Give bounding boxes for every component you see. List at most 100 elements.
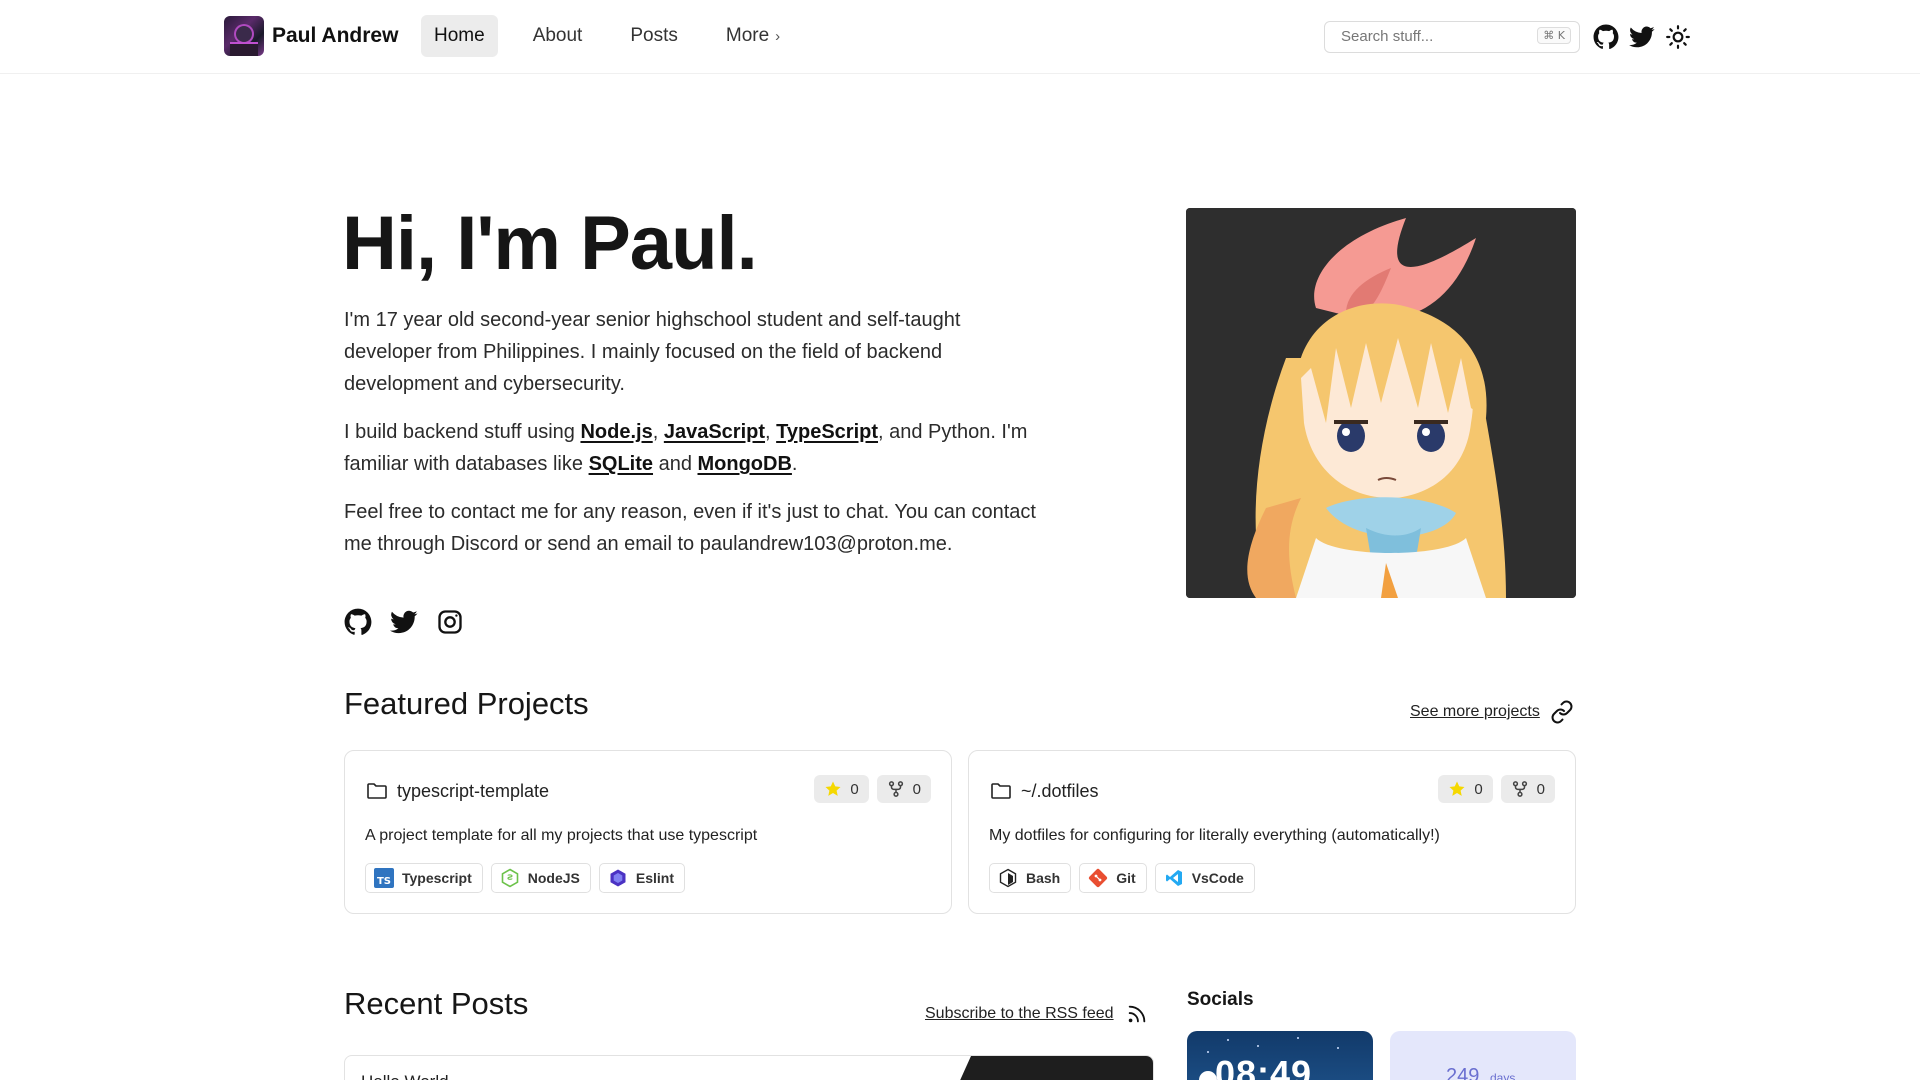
project-name: typescript-template bbox=[397, 780, 550, 801]
rss-label: Subscribe to the RSS feed bbox=[925, 1005, 1114, 1022]
brand-link[interactable]: Paul Andrew bbox=[224, 16, 398, 56]
hero-title: Hi, I'm Paul. bbox=[342, 201, 758, 286]
tag-label: NodeJS bbox=[527, 870, 580, 886]
post-title: Hello World bbox=[361, 1072, 449, 1080]
socials-title: Socials bbox=[1187, 989, 1254, 1010]
hero-stack-text: and bbox=[653, 453, 698, 475]
rss-subscribe-link[interactable]: Subscribe to the RSS feed bbox=[925, 1003, 1148, 1025]
git-icon bbox=[1089, 868, 1108, 888]
star-icon bbox=[1449, 781, 1465, 796]
link-javascript[interactable]: JavaScript bbox=[664, 421, 765, 443]
fork-icon bbox=[888, 781, 903, 797]
project-description: A project template for all my projects t… bbox=[365, 827, 758, 844]
search-input[interactable] bbox=[1341, 28, 1531, 45]
project-stats: 0 0 bbox=[1438, 775, 1555, 803]
stars-count: 0 bbox=[1474, 780, 1483, 798]
hero-social-links bbox=[344, 608, 464, 636]
star-dot bbox=[1337, 1047, 1339, 1049]
forks-count: 0 bbox=[1536, 780, 1545, 798]
nav-posts[interactable]: Posts bbox=[617, 15, 691, 57]
link-nodejs[interactable]: Node.js bbox=[580, 421, 652, 443]
clock-widget[interactable]: 08:49 bbox=[1187, 1031, 1373, 1080]
stars-badge: 0 bbox=[1438, 775, 1493, 803]
project-title[interactable]: typescript-template bbox=[365, 779, 549, 803]
nav-about-label: About bbox=[532, 25, 583, 46]
link-typescript[interactable]: TypeScript bbox=[776, 421, 878, 443]
folder-icon bbox=[367, 783, 387, 799]
fork-icon bbox=[1512, 781, 1527, 797]
sun-icon[interactable] bbox=[1665, 24, 1691, 50]
twitter-icon[interactable] bbox=[390, 608, 418, 636]
rss-icon bbox=[1128, 1005, 1145, 1023]
star-dot bbox=[1257, 1045, 1259, 1047]
featured-projects-title: Featured Projects bbox=[344, 686, 589, 721]
site-header: Paul Andrew Home About Posts More › ⌘ K bbox=[0, 0, 1920, 74]
tag-bash: Bash bbox=[989, 863, 1072, 893]
project-stats: 0 0 bbox=[814, 775, 931, 803]
instagram-icon[interactable] bbox=[436, 608, 464, 636]
main-nav: Home About Posts More › bbox=[421, 15, 815, 57]
folder-icon bbox=[991, 783, 1011, 799]
github-icon[interactable] bbox=[1593, 24, 1619, 50]
tag-typescript: TS Typescript bbox=[365, 863, 483, 893]
vscode-icon bbox=[1165, 870, 1182, 886]
brand-avatar bbox=[224, 16, 264, 56]
recent-posts-title: Recent Posts bbox=[344, 986, 529, 1021]
search-shortcut: ⌘ K bbox=[1537, 27, 1571, 44]
project-card[interactable]: ~/.dotfiles 0 0 My dotfiles for configur… bbox=[968, 750, 1576, 914]
project-tags: TS Typescript NodeJS Eslint bbox=[365, 863, 686, 893]
clock-time: 08:49 bbox=[1215, 1053, 1313, 1080]
tag-nodejs: NodeJS bbox=[490, 863, 591, 893]
star-dot bbox=[1297, 1037, 1299, 1039]
nav-more-label: More bbox=[725, 25, 770, 46]
project-title[interactable]: ~/.dotfiles bbox=[989, 779, 1099, 803]
project-card[interactable]: typescript-template 0 0 A project templa… bbox=[344, 750, 952, 914]
link-icon bbox=[1551, 700, 1573, 724]
hero-stack-sep: , bbox=[765, 421, 777, 443]
days-widget[interactable]: 249 days bbox=[1390, 1031, 1576, 1080]
bash-icon bbox=[999, 868, 1017, 888]
project-description: My dotfiles for configuring for literall… bbox=[989, 827, 1440, 844]
nav-more[interactable]: More › bbox=[713, 15, 793, 57]
see-more-projects-link[interactable]: See more projects bbox=[1410, 700, 1574, 724]
link-mongodb[interactable]: MongoDB bbox=[698, 453, 792, 475]
svg-text:TS: TS bbox=[377, 876, 391, 887]
hero-stack-text: I build backend stuff using bbox=[344, 421, 581, 443]
brand-name: Paul Andrew bbox=[272, 24, 399, 47]
tag-label: Bash bbox=[1026, 870, 1061, 886]
project-name: ~/.dotfiles bbox=[1021, 780, 1099, 801]
star-icon bbox=[825, 781, 841, 796]
stars-badge: 0 bbox=[814, 775, 869, 803]
stars-count: 0 bbox=[850, 780, 859, 798]
link-sqlite[interactable]: SQLite bbox=[589, 453, 653, 475]
days-count: 249 bbox=[1446, 1065, 1480, 1080]
nav-posts-label: Posts bbox=[630, 25, 678, 46]
post-card[interactable]: Hello World bbox=[344, 1055, 1154, 1080]
hero-intro: I'm 17 year old second-year senior highs… bbox=[344, 309, 961, 395]
chevron-right-icon: › bbox=[775, 27, 781, 45]
nav-about[interactable]: About bbox=[520, 15, 596, 57]
hero-stack: I build backend stuff using Node.js, Jav… bbox=[344, 416, 1044, 480]
project-tags: Bash Git VsCode bbox=[989, 863, 1255, 893]
tag-vscode: VsCode bbox=[1154, 863, 1255, 893]
forks-badge: 0 bbox=[876, 775, 931, 803]
typescript-icon: TS bbox=[374, 868, 394, 888]
nodejs-icon bbox=[501, 868, 519, 888]
tag-git: Git bbox=[1079, 863, 1147, 893]
post-thumbnail bbox=[953, 1056, 1153, 1080]
days-unit: days bbox=[1490, 1071, 1516, 1080]
github-icon[interactable] bbox=[344, 608, 372, 636]
see-more-label: See more projects bbox=[1410, 703, 1540, 720]
tag-eslint: Eslint bbox=[598, 863, 686, 893]
tag-label: Typescript bbox=[402, 870, 472, 886]
star-dot bbox=[1227, 1039, 1229, 1041]
nav-home[interactable]: Home bbox=[421, 15, 498, 57]
search-box[interactable]: ⌘ K bbox=[1324, 21, 1580, 53]
forks-badge: 0 bbox=[1500, 775, 1555, 803]
tag-label: VsCode bbox=[1191, 870, 1244, 886]
twitter-icon[interactable] bbox=[1629, 24, 1655, 50]
forks-count: 0 bbox=[912, 780, 921, 798]
hero-avatar-image bbox=[1186, 208, 1576, 598]
star-dot bbox=[1207, 1051, 1209, 1053]
hero-stack-sep: , bbox=[652, 421, 664, 443]
